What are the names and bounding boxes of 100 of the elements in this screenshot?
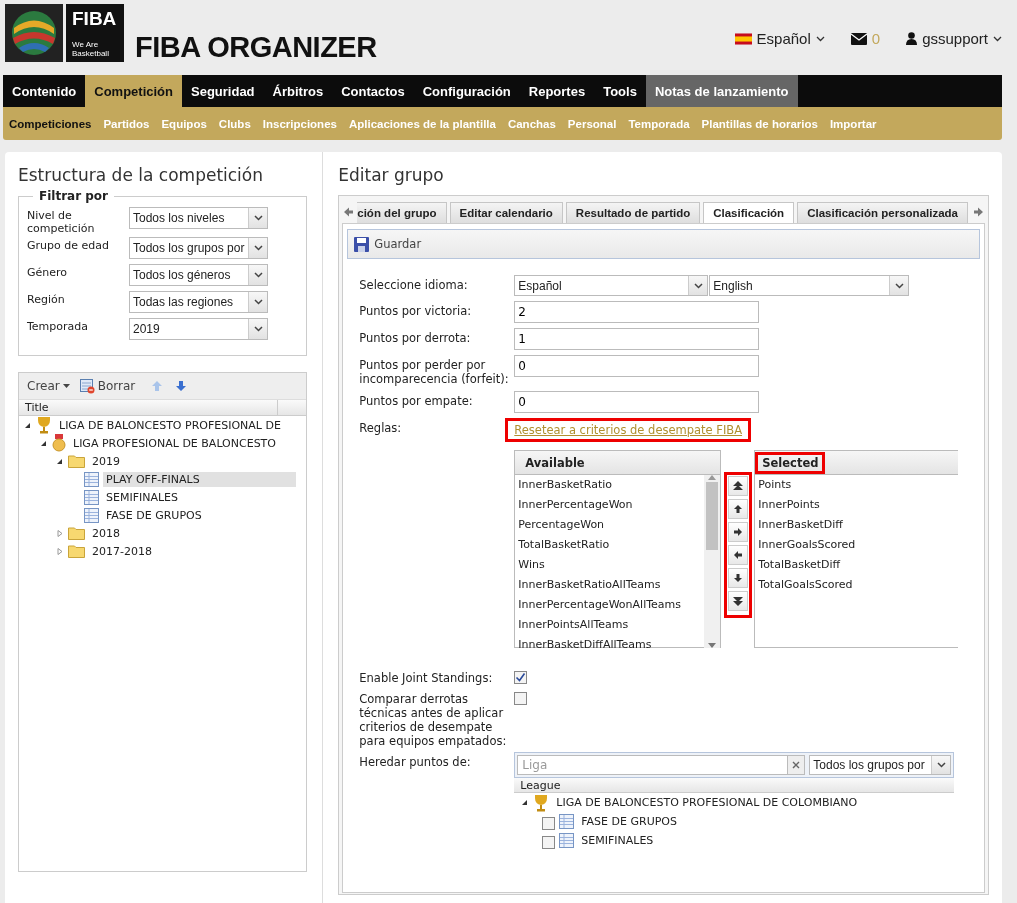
- language-dropdown[interactable]: English: [709, 275, 910, 296]
- tree-item[interactable]: FASE DE GRUPOS: [103, 507, 205, 523]
- list-item[interactable]: TotalGoalsScored: [758, 575, 959, 595]
- filter-dropdown[interactable]: Todos los niveles: [129, 207, 268, 229]
- move-down-button[interactable]: [728, 568, 749, 588]
- input-field[interactable]: 0: [514, 355, 760, 377]
- nav-tab[interactable]: Notas de lanzamiento: [645, 75, 798, 107]
- nav-tab[interactable]: Tools: [594, 75, 646, 107]
- checkbox[interactable]: [542, 816, 556, 830]
- expand-toggle-icon[interactable]: [520, 798, 530, 807]
- double-up-arrow-icon: [733, 481, 744, 491]
- nav-tab[interactable]: Seguridad: [182, 75, 264, 107]
- tab[interactable]: Clasificación personalizada: [797, 202, 968, 223]
- filter-dropdown[interactable]: Todos los géneros: [129, 264, 268, 286]
- list-item[interactable]: PercentageWon: [518, 515, 705, 535]
- chevron-down-icon: [815, 35, 825, 42]
- tree-item[interactable]: SEMIFINALES: [578, 833, 657, 848]
- list-item[interactable]: InnerBasketRatioAllTeams: [518, 575, 705, 595]
- checkbox[interactable]: [514, 671, 528, 684]
- table-icon: [84, 471, 99, 487]
- nav-tab[interactable]: Competición: [85, 75, 182, 107]
- tree-item[interactable]: SEMIFINALES: [103, 489, 182, 505]
- list-header: Selected: [755, 451, 826, 474]
- list-item[interactable]: Wins: [518, 555, 705, 575]
- list-item[interactable]: InnerPoints: [758, 495, 959, 515]
- table-icon: [559, 833, 575, 848]
- move-up-button[interactable]: [728, 499, 749, 519]
- expand-toggle-icon[interactable]: [55, 546, 64, 556]
- chevron-down-icon: [936, 762, 946, 768]
- user-icon: [906, 32, 918, 45]
- input-field[interactable]: 0: [514, 391, 760, 413]
- nav-tab[interactable]: Contenido: [3, 75, 86, 107]
- field-label: Reglas:: [359, 420, 403, 435]
- tab[interactable]: Resultado de partido: [565, 202, 701, 223]
- create-button[interactable]: Crear: [27, 379, 74, 393]
- move-down-icon[interactable]: [175, 380, 188, 392]
- input-field[interactable]: 2: [514, 301, 760, 323]
- caret-icon: [62, 384, 70, 388]
- chevron-down-icon: [894, 282, 904, 289]
- app-title: FIBA ORGANIZER: [135, 31, 377, 64]
- table-icon: [559, 814, 575, 829]
- move-right-button[interactable]: [728, 522, 749, 542]
- language-dropdown[interactable]: Español: [514, 275, 709, 296]
- list-item[interactable]: InnerGoalsScored: [758, 535, 959, 555]
- folder-icon: [68, 526, 85, 540]
- nav-tab[interactable]: Reportes: [519, 75, 595, 107]
- tree-item[interactable]: 2018: [89, 525, 123, 541]
- scroll-down-icon[interactable]: [708, 643, 717, 648]
- tree-item[interactable]: LIGA PROFESIONAL DE BALONCESTO: [70, 435, 279, 451]
- list-item[interactable]: InnerBasketDiffAllTeams: [518, 635, 705, 648]
- scrollbar[interactable]: [704, 475, 721, 648]
- tree-item[interactable]: FASE DE GRUPOS: [578, 814, 680, 829]
- nav-tab[interactable]: Contactos: [332, 75, 414, 107]
- search-field[interactable]: Liga: [517, 755, 788, 775]
- tab[interactable]: Editar calendario: [449, 202, 563, 223]
- list-item[interactable]: TotalBasketDiff: [758, 555, 959, 575]
- tree-item[interactable]: PLAY OFF-FINALS: [103, 471, 296, 487]
- tab[interactable]: ción del grupo: [357, 202, 447, 223]
- clear-button[interactable]: [787, 755, 806, 775]
- move-left-button[interactable]: [728, 545, 749, 565]
- tab[interactable]: Clasificación: [703, 202, 795, 223]
- list-item[interactable]: Points: [758, 475, 959, 495]
- list-item[interactable]: InnerPercentageWonAllTeams: [518, 595, 705, 615]
- tree-item[interactable]: LIGA DE BALONCESTO PROFESIONAL DE: [56, 417, 284, 433]
- field-label: Enable Joint Standings:: [359, 670, 494, 685]
- tree-item[interactable]: 2019: [89, 453, 123, 469]
- input-field[interactable]: 1: [514, 328, 760, 350]
- save-button[interactable]: Guardar: [354, 236, 422, 252]
- checkbox[interactable]: [542, 835, 556, 849]
- language-menu[interactable]: Español: [734, 30, 825, 47]
- right-arrow-icon: [733, 527, 744, 537]
- tree-item[interactable]: 2017-2018: [89, 543, 155, 559]
- subnav-link[interactable]: Competiciones: [9, 117, 98, 130]
- filter-dropdown[interactable]: Todas las regiones: [129, 291, 268, 313]
- group-dropdown[interactable]: Todos los grupos por: [809, 755, 952, 775]
- list-item[interactable]: InnerBasketDiff: [758, 515, 959, 535]
- field-label: Comparar derrotas técnicas antes de aplicar criterios de desempate para equipos empatados:: [359, 691, 508, 748]
- list-item[interactable]: InnerPointsAllTeams: [518, 615, 705, 635]
- tree-item[interactable]: LIGA DE BALONCESTO PROFESIONAL DE COLOMBIANO: [553, 795, 861, 810]
- nav-tab[interactable]: Árbitros: [263, 75, 333, 107]
- delete-button[interactable]: Borrar: [79, 378, 140, 394]
- filter-label: Género: [27, 265, 69, 279]
- double-down-arrow-icon: [733, 596, 744, 606]
- up-arrow-icon: [733, 504, 744, 514]
- filter-dropdown[interactable]: 2019: [129, 318, 268, 340]
- user-menu[interactable]: gssupport: [906, 30, 1002, 47]
- field-label: Seleccione idioma:: [359, 277, 469, 292]
- chevron-down-icon: [993, 35, 1002, 42]
- filter-dropdown[interactable]: Todos los grupos por: [129, 237, 268, 259]
- chevron-down-icon: [253, 215, 263, 221]
- expand-toggle-icon[interactable]: [55, 528, 64, 538]
- checkbox[interactable]: [514, 692, 528, 705]
- list-item[interactable]: InnerPercentageWon: [518, 495, 705, 515]
- nav-tab[interactable]: Configuración: [413, 75, 520, 107]
- list-item[interactable]: TotalBasketRatio: [518, 535, 705, 555]
- move-top-button[interactable]: [728, 476, 749, 496]
- medal-icon: [52, 434, 66, 452]
- list-item[interactable]: InnerBasketRatio: [518, 475, 705, 495]
- column-header: Title: [25, 401, 49, 414]
- move-bottom-button[interactable]: [728, 591, 749, 611]
